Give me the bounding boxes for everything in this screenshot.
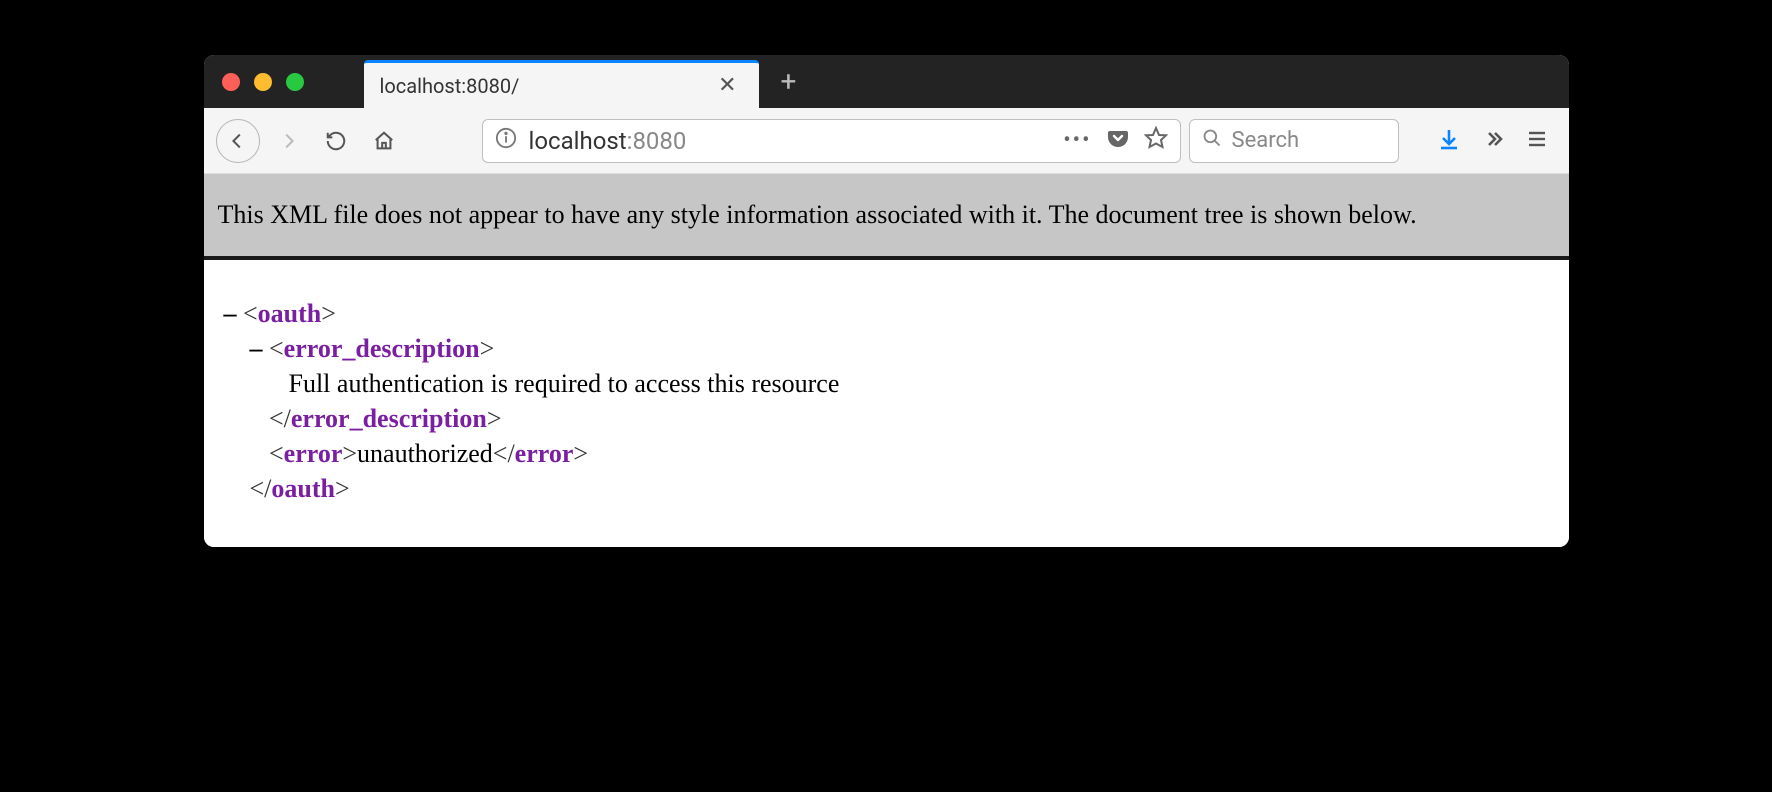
overflow-icon[interactable] [1481,127,1505,155]
minimize-window-button[interactable] [254,73,272,91]
forward-button[interactable] [268,121,308,161]
xml-tree-view: – <oauth> – <error_description> Full aut… [204,260,1569,547]
close-window-button[interactable] [222,73,240,91]
bookmark-star-icon[interactable] [1144,126,1168,156]
toolbar-right [1437,127,1549,155]
urlbar-actions: ••• [1063,126,1167,156]
maximize-window-button[interactable] [286,73,304,91]
url-port: :8080 [627,127,687,155]
search-placeholder: Search [1232,128,1300,153]
site-info-icon[interactable] [495,127,517,155]
toolbar: localhost:8080 ••• Search [204,108,1569,174]
xml-root-open[interactable]: – <oauth> [224,296,1549,331]
tab-title: localhost:8080/ [380,74,713,98]
xml-root-close: </oauth> [224,471,1549,506]
new-tab-button[interactable]: + [781,68,797,96]
xml-error-element: <error>unauthorized</error> [224,436,1549,471]
close-tab-icon[interactable]: ✕ [712,73,742,98]
browser-window: localhost:8080/ ✕ + localhost:8080 ••• [204,55,1569,547]
url-bar[interactable]: localhost:8080 ••• [482,119,1181,163]
xml-info-message: This XML file does not appear to have an… [204,174,1569,260]
browser-tab[interactable]: localhost:8080/ ✕ [364,60,759,108]
xml-desc-open[interactable]: – <error_description> [224,331,1549,366]
menu-icon[interactable] [1525,127,1549,155]
home-button[interactable] [364,121,404,161]
xml-desc-close: </error_description> [224,401,1549,436]
pocket-icon[interactable] [1106,126,1130,156]
search-icon [1202,128,1222,154]
window-controls [222,73,304,91]
downloads-icon[interactable] [1437,127,1461,155]
search-bar[interactable]: Search [1189,119,1399,163]
titlebar: localhost:8080/ ✕ + [204,55,1569,108]
reload-button[interactable] [316,121,356,161]
back-button[interactable] [216,119,260,163]
page-actions-icon[interactable]: ••• [1063,128,1091,153]
url-host: localhost [529,127,627,155]
xml-desc-text: Full authentication is required to acces… [224,366,1549,401]
url-text: localhost:8080 [529,127,1052,155]
